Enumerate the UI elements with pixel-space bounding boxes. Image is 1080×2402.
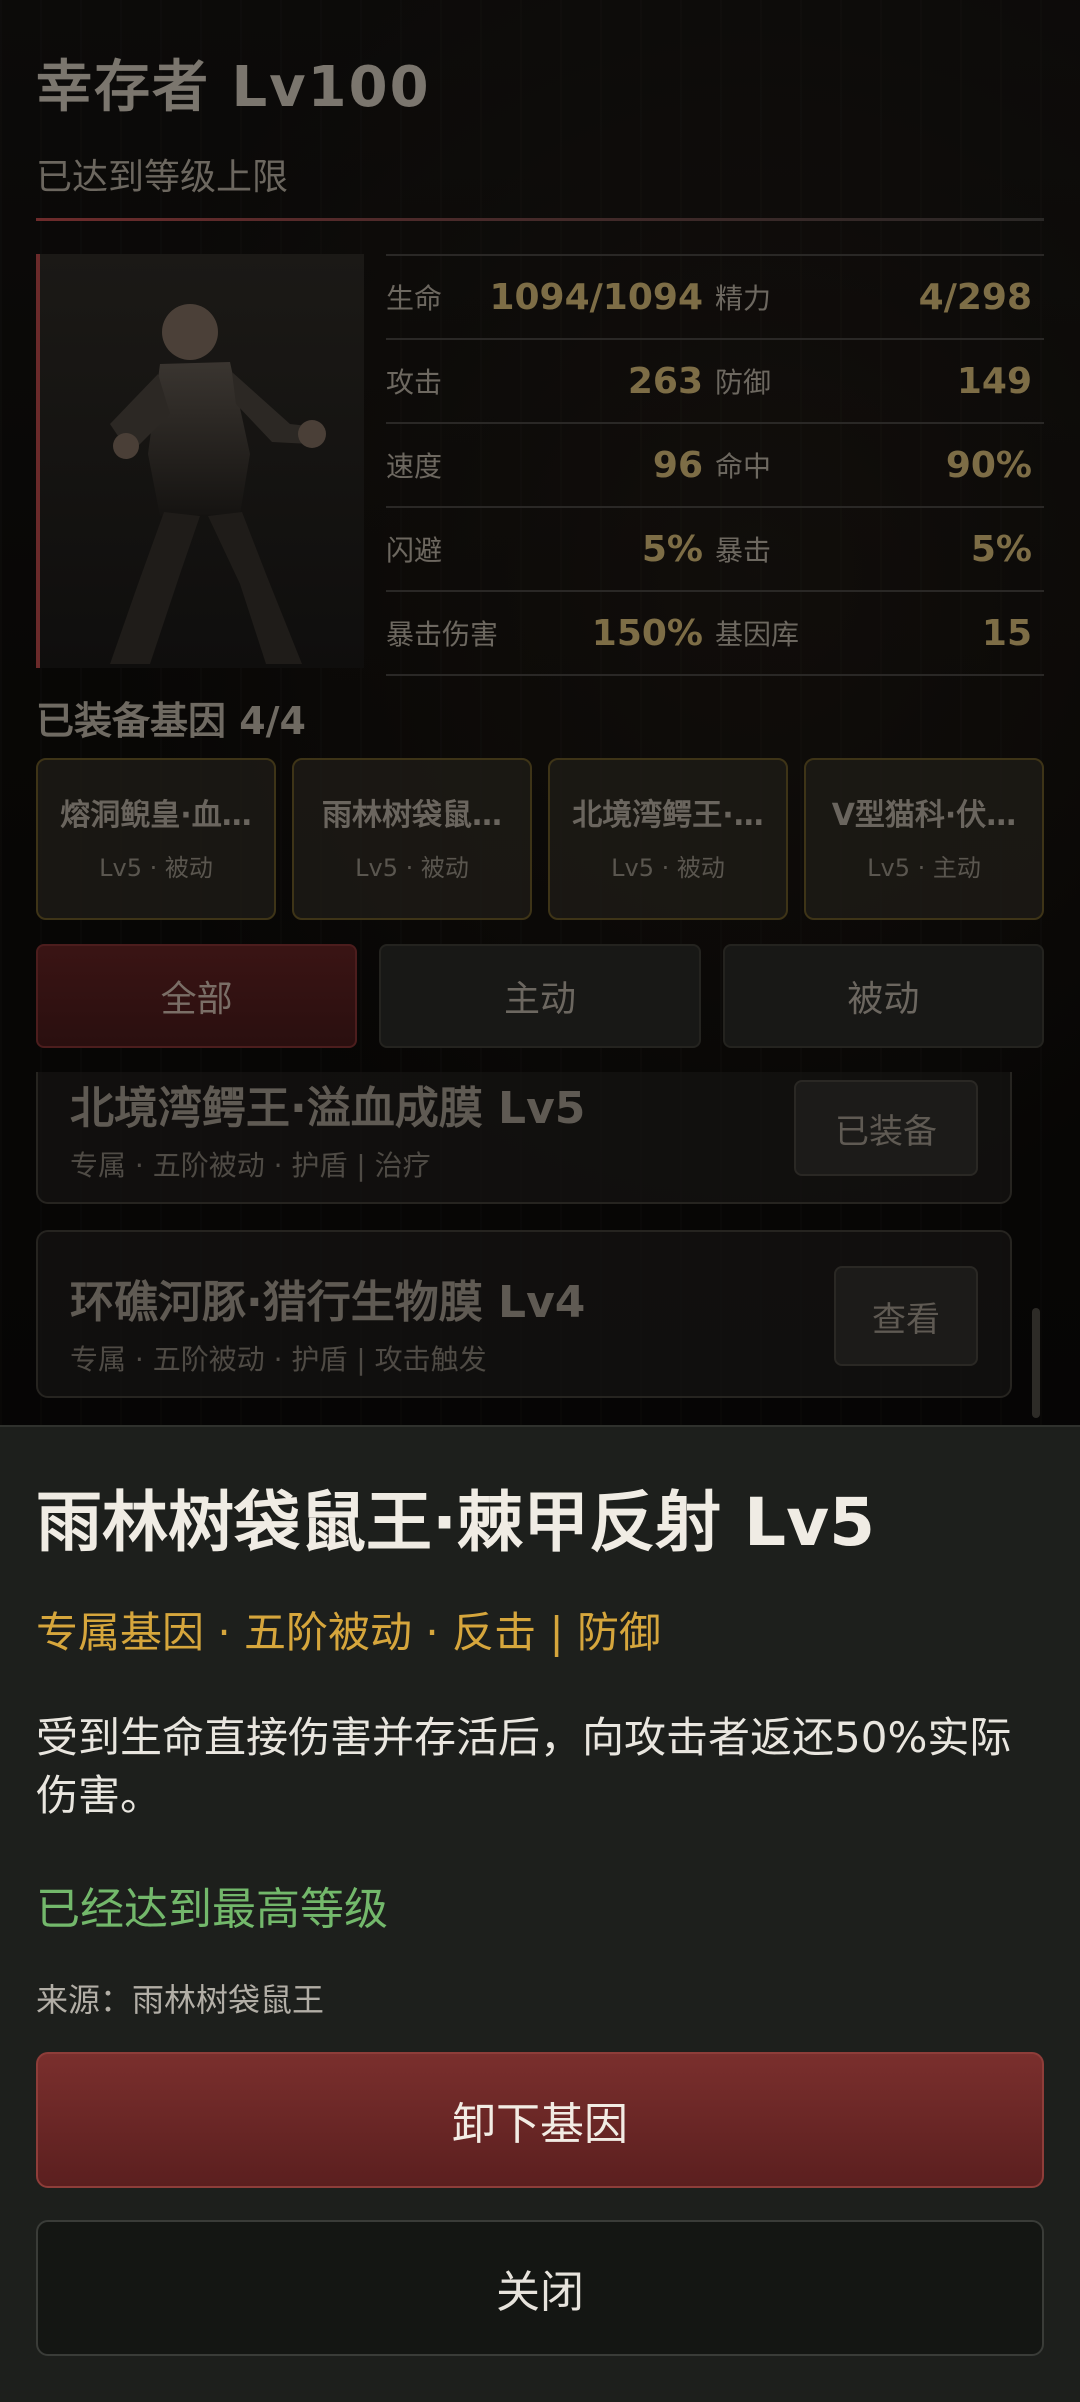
max-level-status: 已经达到最高等级 [36, 1884, 388, 1935]
stat-value: 263 [627, 360, 703, 402]
stat-label: 命中 [715, 450, 772, 483]
level-cap-note: 已达到等级上限 [36, 157, 289, 198]
gene-list-item[interactable]: 环礁河豚·猎行生物膜 Lv4 专属 · 五阶被动 · 护盾 | 攻击触发 查看 [36, 1230, 1012, 1398]
stat-value: 1094/1094 [489, 276, 703, 318]
character-portrait [36, 254, 364, 668]
gene-slot-meta: Lv5 · 被动 [611, 854, 725, 882]
view-button[interactable]: 查看 [834, 1266, 978, 1366]
gene-slot-3[interactable]: 北境湾鳄王·… Lv5 · 被动 [548, 758, 788, 920]
stats-row: 生命 1094/1094 精力 4/298 [386, 254, 1044, 338]
equipped-button[interactable]: 已装备 [794, 1080, 978, 1176]
stats-row: 攻击 263 防御 149 [386, 338, 1044, 422]
character-title: 幸存者 Lv100 [36, 55, 431, 120]
gene-slot-meta: Lv5 · 被动 [355, 854, 469, 882]
tab-all[interactable]: 全部 [36, 944, 358, 1048]
stat-label: 暴击伤害 [386, 618, 499, 651]
list-scrollbar[interactable] [1032, 1308, 1040, 1418]
stat-label: 攻击 [386, 366, 443, 399]
stats-table: 生命 1094/1094 精力 4/298 攻击 263 防御 149 速度 96 命中 9… [386, 254, 1044, 676]
gene-detail-title: 雨林树袋鼠王·棘甲反射 Lv5 [36, 1484, 876, 1561]
stat-defense: 防御 149 [715, 361, 1044, 402]
gene-slot-name: 雨林树袋鼠… [322, 798, 502, 833]
stat-label: 基因库 [715, 618, 800, 651]
stat-label: 防御 [715, 366, 772, 399]
gene-detail-sheet: 雨林树袋鼠王·棘甲反射 Lv5 专属基因 · 五阶被动 · 反击 | 防御 受到… [0, 1425, 1080, 2402]
gene-filter-tabs: 全部 主动 被动 [36, 944, 1044, 1048]
equipped-gene-slots: 熔洞鲵皇·血… Lv5 · 被动 雨林树袋鼠… Lv5 · 被动 北境湾鳄王·…… [36, 758, 1044, 920]
stat-value: 5% [970, 528, 1032, 570]
gene-slot-4[interactable]: V型猫科·伏… Lv5 · 主动 [804, 758, 1044, 920]
gene-slot-2[interactable]: 雨林树袋鼠… Lv5 · 被动 [292, 758, 532, 920]
gene-slot-1[interactable]: 熔洞鲵皇·血… Lv5 · 被动 [36, 758, 276, 920]
stat-crit: 暴击 5% [715, 529, 1044, 570]
gene-source: 来源：雨林树袋鼠王 [36, 1981, 325, 2019]
gene-slot-name: 北境湾鳄王·… [572, 798, 764, 833]
stat-label: 闪避 [386, 534, 443, 567]
unequip-gene-button[interactable]: 卸下基因 [36, 2052, 1044, 2188]
stat-value: 149 [956, 360, 1032, 402]
stat-value: 96 [652, 444, 703, 486]
gene-detail-description: 受到生命直接伤害并存活后，向攻击者返还50%实际伤害。 [36, 1713, 1012, 1820]
stats-row: 闪避 5% 暴击 5% [386, 506, 1044, 590]
stat-attack: 攻击 263 [386, 361, 715, 402]
stat-speed: 速度 96 [386, 445, 715, 486]
stat-gene-bank: 基因库 15 [715, 613, 1044, 654]
gene-slot-name: V型猫科·伏… [831, 798, 1017, 833]
stat-label: 精力 [715, 282, 772, 315]
gene-list-item[interactable]: 北境湾鳄王·溢血成膜 Lv5 专属 · 五阶被动 · 护盾 | 治疗 已装备 [36, 1072, 1012, 1204]
stat-hp: 生命 1094/1094 [386, 277, 715, 318]
gene-detail-tags: 专属基因 · 五阶被动 · 反击 | 防御 [36, 1608, 661, 1657]
stat-value: 15 [981, 612, 1032, 654]
stat-label: 生命 [386, 282, 443, 315]
fighter-figure [110, 304, 326, 664]
gene-slot-name: 熔洞鲵皇·血… [60, 798, 252, 833]
stat-value: 150% [591, 612, 703, 654]
stat-label: 速度 [386, 450, 443, 483]
stat-energy: 精力 4/298 [715, 277, 1044, 318]
stats-row: 暴击伤害 150% 基因库 15 [386, 590, 1044, 676]
stat-crit-damage: 暴击伤害 150% [386, 613, 715, 654]
gene-slot-meta: Lv5 · 主动 [867, 854, 981, 882]
tab-active[interactable]: 主动 [379, 944, 701, 1048]
tab-passive[interactable]: 被动 [722, 944, 1044, 1048]
stat-value: 5% [641, 528, 703, 570]
header-divider [36, 218, 1044, 221]
gene-slot-meta: Lv5 · 被动 [99, 854, 213, 882]
stat-value: 4/298 [918, 276, 1032, 318]
stat-label: 暴击 [715, 534, 772, 567]
stat-value: 90% [945, 444, 1032, 486]
stats-row: 速度 96 命中 90% [386, 422, 1044, 506]
stat-evasion: 闪避 5% [386, 529, 715, 570]
equipped-genes-title: 已装备基因 4/4 [36, 699, 306, 743]
stat-accuracy: 命中 90% [715, 445, 1044, 486]
close-button[interactable]: 关闭 [36, 2220, 1044, 2356]
